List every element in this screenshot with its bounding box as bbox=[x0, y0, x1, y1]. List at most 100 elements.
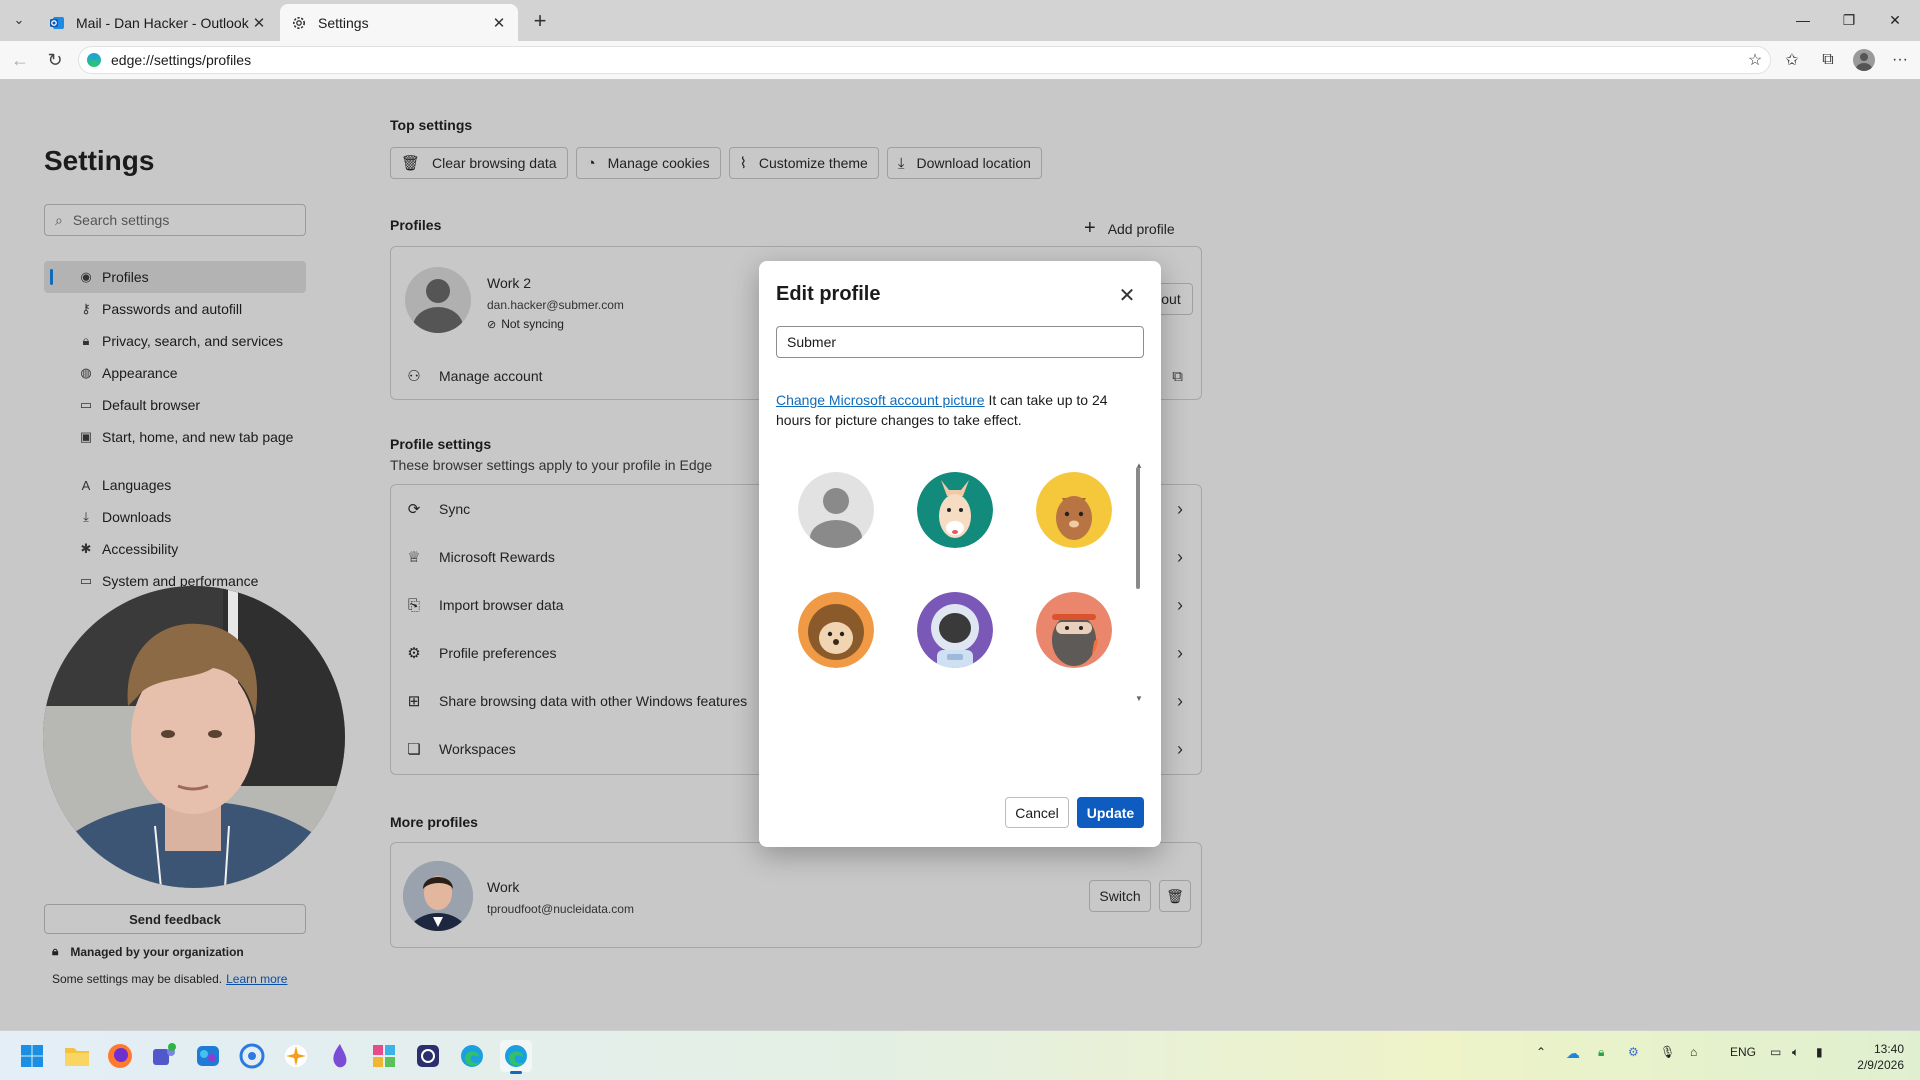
cancel-button[interactable]: Cancel bbox=[1005, 797, 1069, 828]
avatar-grid bbox=[776, 459, 1144, 702]
dialog-close-button[interactable]: ✕ bbox=[1115, 283, 1139, 307]
sidebar-item-label: Languages bbox=[102, 477, 172, 493]
clear-browsing-data-button[interactable]: 🗑︎ Clear browsing data bbox=[390, 147, 568, 179]
avatar-option-default-person[interactable] bbox=[798, 472, 874, 548]
tab-list-button[interactable]: ⌄ bbox=[6, 8, 32, 32]
clock-time: 13:40 bbox=[1873, 1042, 1904, 1056]
tray-overflow-button[interactable]: ⌃ bbox=[1536, 1045, 1546, 1059]
avatar-option-astronaut[interactable] bbox=[917, 592, 993, 668]
download-location-button[interactable]: ⤓ Download location bbox=[886, 147, 1042, 179]
tab-strip: ⌄ Mail - Dan Hacker - Outlook ✕ Settings… bbox=[0, 0, 1920, 41]
send-feedback-button[interactable]: Send feedback bbox=[44, 904, 306, 934]
start-button[interactable] bbox=[16, 1040, 48, 1072]
delete-profile-button[interactable]: 🗑︎ bbox=[1159, 880, 1191, 912]
avatar-option-llama[interactable] bbox=[917, 472, 993, 548]
usb-icon[interactable]: ⌂ bbox=[1690, 1045, 1697, 1059]
chevron-right-icon: › bbox=[1177, 642, 1183, 663]
grid-app-icon bbox=[373, 1045, 395, 1067]
close-icon: ✕ bbox=[1118, 284, 1136, 307]
taskbar-m365[interactable] bbox=[192, 1040, 224, 1072]
favorites-button[interactable]: ✩ bbox=[1778, 47, 1806, 73]
taskbar-app-grid[interactable] bbox=[368, 1040, 400, 1072]
security-icon[interactable]: 🔒︎ bbox=[1598, 1045, 1604, 1060]
microphone-icon[interactable]: 🎙︎ bbox=[1660, 1045, 1675, 1059]
new-tab-button[interactable]: + bbox=[526, 8, 554, 34]
onedrive-icon[interactable]: ☁ bbox=[1566, 1045, 1580, 1062]
row-label: Profile preferences bbox=[439, 645, 557, 661]
taskbar-clock[interactable]: 13:40 2/9/2026 bbox=[1844, 1041, 1904, 1073]
avatar-option-cat[interactable] bbox=[1036, 472, 1112, 548]
close-icon[interactable]: ✕ bbox=[490, 14, 508, 32]
sidebar-item-accessibility[interactable]: ✱ Accessibility bbox=[44, 533, 306, 565]
download-icon: ⤓ bbox=[83, 509, 89, 524]
volume-icon[interactable]: 🔈︎ bbox=[1792, 1045, 1799, 1060]
refresh-button[interactable]: ↻ bbox=[41, 47, 69, 73]
cookie-icon: ◔ bbox=[586, 154, 596, 172]
home-icon: ▣ bbox=[79, 429, 93, 444]
manage-cookies-button[interactable]: ◔ Manage cookies bbox=[575, 147, 721, 179]
more-menu-button[interactable]: ··· bbox=[1886, 47, 1914, 73]
taskbar-teams[interactable] bbox=[148, 1040, 180, 1072]
tab-outlook[interactable]: Mail - Dan Hacker - Outlook ✕ bbox=[38, 4, 278, 41]
profile-email: tproudfoot@nucleidata.com bbox=[487, 902, 634, 916]
address-bar[interactable]: edge://settings/profiles bbox=[78, 46, 1771, 74]
sidebar-item-languages[interactable]: A Languages bbox=[44, 469, 306, 501]
taskbar-copilot[interactable] bbox=[236, 1040, 268, 1072]
chevron-right-icon: › bbox=[1177, 738, 1183, 759]
sidebar-item-default-browser[interactable]: ▭ Default browser bbox=[44, 389, 306, 421]
back-button[interactable]: ← bbox=[6, 47, 34, 73]
m365-icon bbox=[197, 1046, 219, 1066]
settings-sidebar: Settings ⌕ Search settings ◉ Profiles ⚷ Pa… bbox=[4, 81, 346, 1028]
scroll-down-icon[interactable]: ▼ bbox=[1135, 694, 1143, 703]
sidebar-item-appearance[interactable]: ◍ Appearance bbox=[44, 357, 306, 389]
sidebar-item-start-home[interactable]: ▣ Start, home, and new tab page bbox=[44, 421, 306, 453]
sidebar-item-downloads[interactable]: ⤓ Downloads bbox=[44, 501, 306, 533]
avatar-grid-scrollbar[interactable] bbox=[1136, 467, 1140, 589]
switch-profile-button[interactable]: Switch bbox=[1089, 880, 1151, 912]
sync-off-icon: ⊘ bbox=[487, 318, 497, 331]
profile-name: Work bbox=[487, 879, 520, 895]
profile-email: dan.hacker@submer.com bbox=[487, 298, 624, 312]
taskbar-app-purple[interactable] bbox=[324, 1040, 356, 1072]
taskbar-app-dark[interactable] bbox=[412, 1040, 444, 1072]
sidebar-item-passwords[interactable]: ⚷ Passwords and autofill bbox=[44, 293, 306, 325]
dialog-title: Edit profile bbox=[776, 283, 881, 305]
profile-button[interactable] bbox=[1850, 47, 1878, 73]
language-indicator[interactable]: ENG bbox=[1730, 1045, 1756, 1059]
add-profile-button[interactable]: + Add profile bbox=[1084, 217, 1175, 240]
taskbar-file-explorer[interactable] bbox=[61, 1040, 93, 1072]
search-input[interactable]: ⌕ Search settings bbox=[44, 204, 306, 236]
favorite-star-button[interactable]: ☆ bbox=[1741, 47, 1769, 73]
taskbar-photos[interactable] bbox=[280, 1040, 312, 1072]
avatar-option-ninja[interactable] bbox=[1036, 592, 1112, 668]
change-picture-link[interactable]: Change Microsoft account picture bbox=[776, 392, 985, 408]
managed-label: Managed by your organization bbox=[70, 944, 244, 959]
sidebar-item-label: Passwords and autofill bbox=[102, 301, 243, 317]
avatar-option-hedgehog[interactable] bbox=[798, 592, 874, 668]
sidebar-item-label: Appearance bbox=[102, 365, 178, 381]
taskbar-edge[interactable] bbox=[456, 1040, 488, 1072]
network-icon[interactable]: ▭ bbox=[1770, 1045, 1781, 1059]
chevron-down-icon: ⌄ bbox=[13, 12, 25, 27]
taskbar-edge-active[interactable] bbox=[500, 1040, 532, 1074]
manage-account-label: Manage account bbox=[439, 368, 543, 384]
tab-settings[interactable]: Settings ✕ bbox=[280, 4, 518, 41]
close-icon[interactable]: ✕ bbox=[250, 14, 268, 32]
update-button[interactable]: Update bbox=[1077, 797, 1144, 828]
sidebar-item-privacy[interactable]: 🔒︎ Privacy, search, and services bbox=[44, 325, 306, 357]
learn-more-link[interactable]: Learn more bbox=[226, 972, 287, 986]
taskbar-firefox[interactable] bbox=[104, 1040, 136, 1072]
restore-icon: ❐ bbox=[1842, 11, 1856, 28]
sidebar-item-label: Start, home, and new tab page bbox=[102, 429, 294, 445]
teams-tray-icon[interactable]: ⚙ bbox=[1628, 1045, 1639, 1059]
astronaut-icon bbox=[917, 592, 993, 668]
restore-button[interactable]: ❐ bbox=[1826, 0, 1872, 40]
minimize-button[interactable]: — bbox=[1780, 0, 1826, 40]
customize-theme-button[interactable]: ⌇ Customize theme bbox=[728, 147, 879, 179]
brush-icon: ⌇ bbox=[739, 155, 747, 172]
sidebar-item-profiles[interactable]: ◉ Profiles bbox=[44, 261, 306, 293]
close-window-button[interactable]: ✕ bbox=[1872, 0, 1918, 40]
profile-name-input[interactable] bbox=[776, 326, 1144, 358]
extensions-button[interactable]: ⧉ bbox=[1814, 47, 1842, 73]
battery-icon[interactable]: ▮ bbox=[1816, 1045, 1823, 1059]
